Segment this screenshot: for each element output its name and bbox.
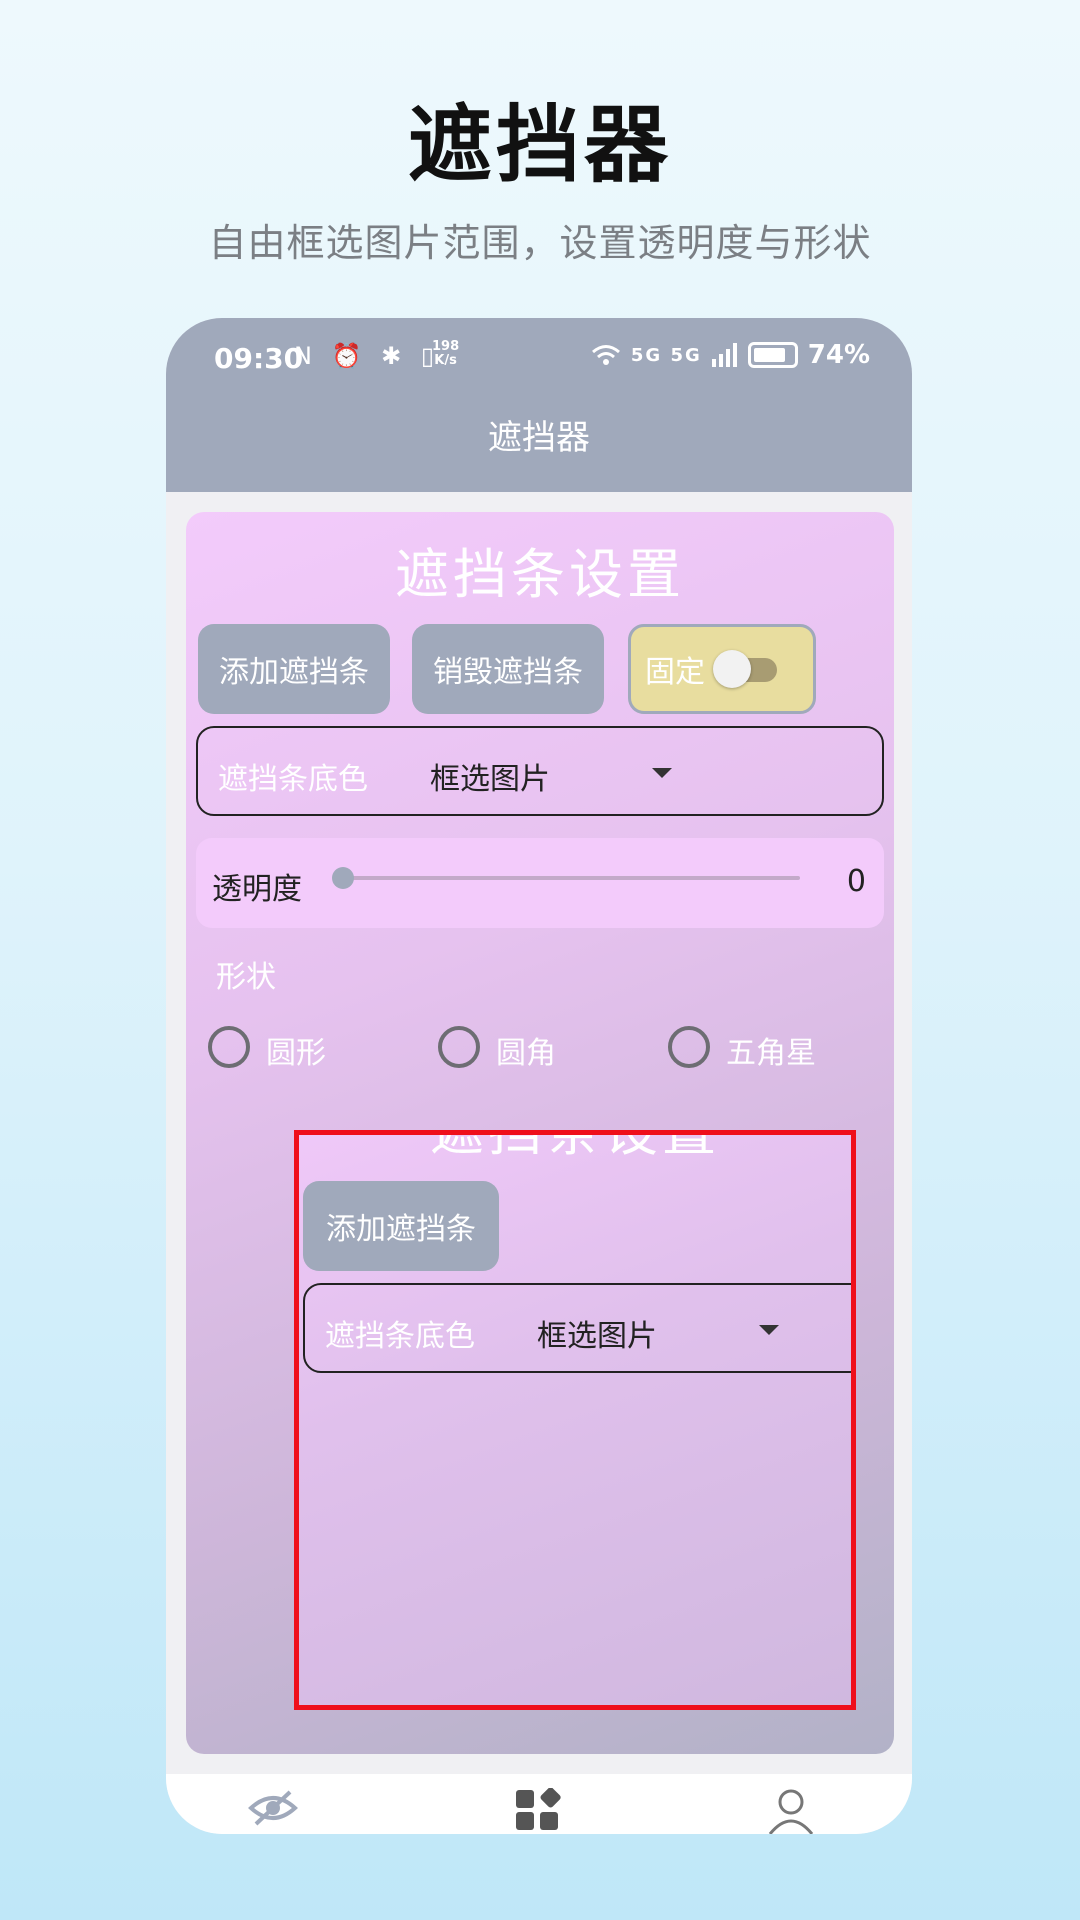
overlay-color-select: 遮挡条底色 框选图片 bbox=[303, 1283, 851, 1373]
overlay-color-value: 框选图片 bbox=[537, 1319, 657, 1354]
phone-frame: 09:30 N ⏰ ✱ ▯ 198 K/s 5G 5G 74% 遮挡器 遮挡条设 bbox=[166, 318, 912, 1834]
overlay-color-label: 遮挡条底色 bbox=[325, 1319, 475, 1354]
panel-title: 遮挡条设置 bbox=[395, 543, 685, 606]
radio-circle-label: 圆形 bbox=[266, 1036, 326, 1071]
radio-star[interactable] bbox=[668, 1026, 710, 1068]
shape-label: 形状 bbox=[216, 960, 276, 995]
wifi-icon bbox=[591, 345, 620, 365]
status-right: 5G 5G 74% bbox=[591, 340, 870, 370]
promo-title: 遮挡器 bbox=[407, 96, 672, 194]
radio-rounded-label: 圆角 bbox=[496, 1036, 556, 1071]
add-bar-button[interactable]: 添加遮挡条 bbox=[198, 624, 390, 714]
promo-subtitle: 自由框选图片范围，设置透明度与形状 bbox=[208, 221, 872, 265]
user-icon[interactable] bbox=[766, 1788, 816, 1834]
bottom-nav bbox=[166, 1774, 912, 1834]
overlay-dropdown-arrow-icon bbox=[759, 1325, 779, 1335]
bar-color-select[interactable]: 遮挡条底色 框选图片 bbox=[196, 726, 884, 816]
opacity-slider-track[interactable] bbox=[340, 876, 800, 880]
radio-circle[interactable] bbox=[208, 1026, 250, 1068]
dropdown-arrow-icon bbox=[652, 768, 672, 778]
radio-star-label: 五角星 bbox=[726, 1036, 816, 1071]
opacity-slider-thumb[interactable] bbox=[332, 867, 354, 889]
opacity-row: 透明度 0 bbox=[196, 838, 884, 928]
overlay-panel-title: 遮挡条设置 bbox=[430, 1130, 720, 1163]
fix-switch[interactable] bbox=[713, 650, 777, 688]
fix-toggle-button[interactable]: 固定 bbox=[628, 624, 816, 714]
bar-color-value: 框选图片 bbox=[430, 762, 550, 797]
destroy-bar-button[interactable]: 销毁遮挡条 bbox=[412, 624, 604, 714]
network-speed-unit: K/s bbox=[434, 353, 457, 368]
fix-toggle-label: 固定 bbox=[645, 655, 705, 690]
signal-icon bbox=[711, 343, 737, 367]
apps-icon[interactable] bbox=[514, 1788, 564, 1832]
selection-overlay[interactable]: 遮挡条设置 添加遮挡条 遮挡条底色 框选图片 bbox=[294, 1130, 856, 1710]
status-bar: 09:30 N ⏰ ✱ ▯ 198 K/s 5G 5G 74% bbox=[166, 318, 912, 402]
opacity-label: 透明度 bbox=[212, 872, 302, 907]
network-speed-value: 198 bbox=[432, 339, 460, 354]
battery-percent: 74% bbox=[807, 340, 870, 370]
status-left-icons: N ⏰ ✱ ▯ bbox=[294, 342, 441, 370]
radio-rounded[interactable] bbox=[438, 1026, 480, 1068]
eye-slash-icon[interactable] bbox=[248, 1788, 298, 1828]
settings-panel: 遮挡条设置 添加遮挡条 销毁遮挡条 固定 遮挡条底色 框选图片 透明度 0 形状… bbox=[186, 512, 894, 1754]
network-type: 5G 5G bbox=[630, 344, 702, 366]
status-time: 09:30 bbox=[214, 342, 304, 375]
battery-icon bbox=[747, 342, 798, 368]
overlay-add-bar-button: 添加遮挡条 bbox=[303, 1181, 499, 1271]
network-speed: 198 K/s bbox=[432, 340, 459, 368]
app-bar-title: 遮挡器 bbox=[166, 402, 912, 492]
opacity-value: 0 bbox=[846, 864, 866, 899]
bar-color-label: 遮挡条底色 bbox=[218, 762, 368, 797]
